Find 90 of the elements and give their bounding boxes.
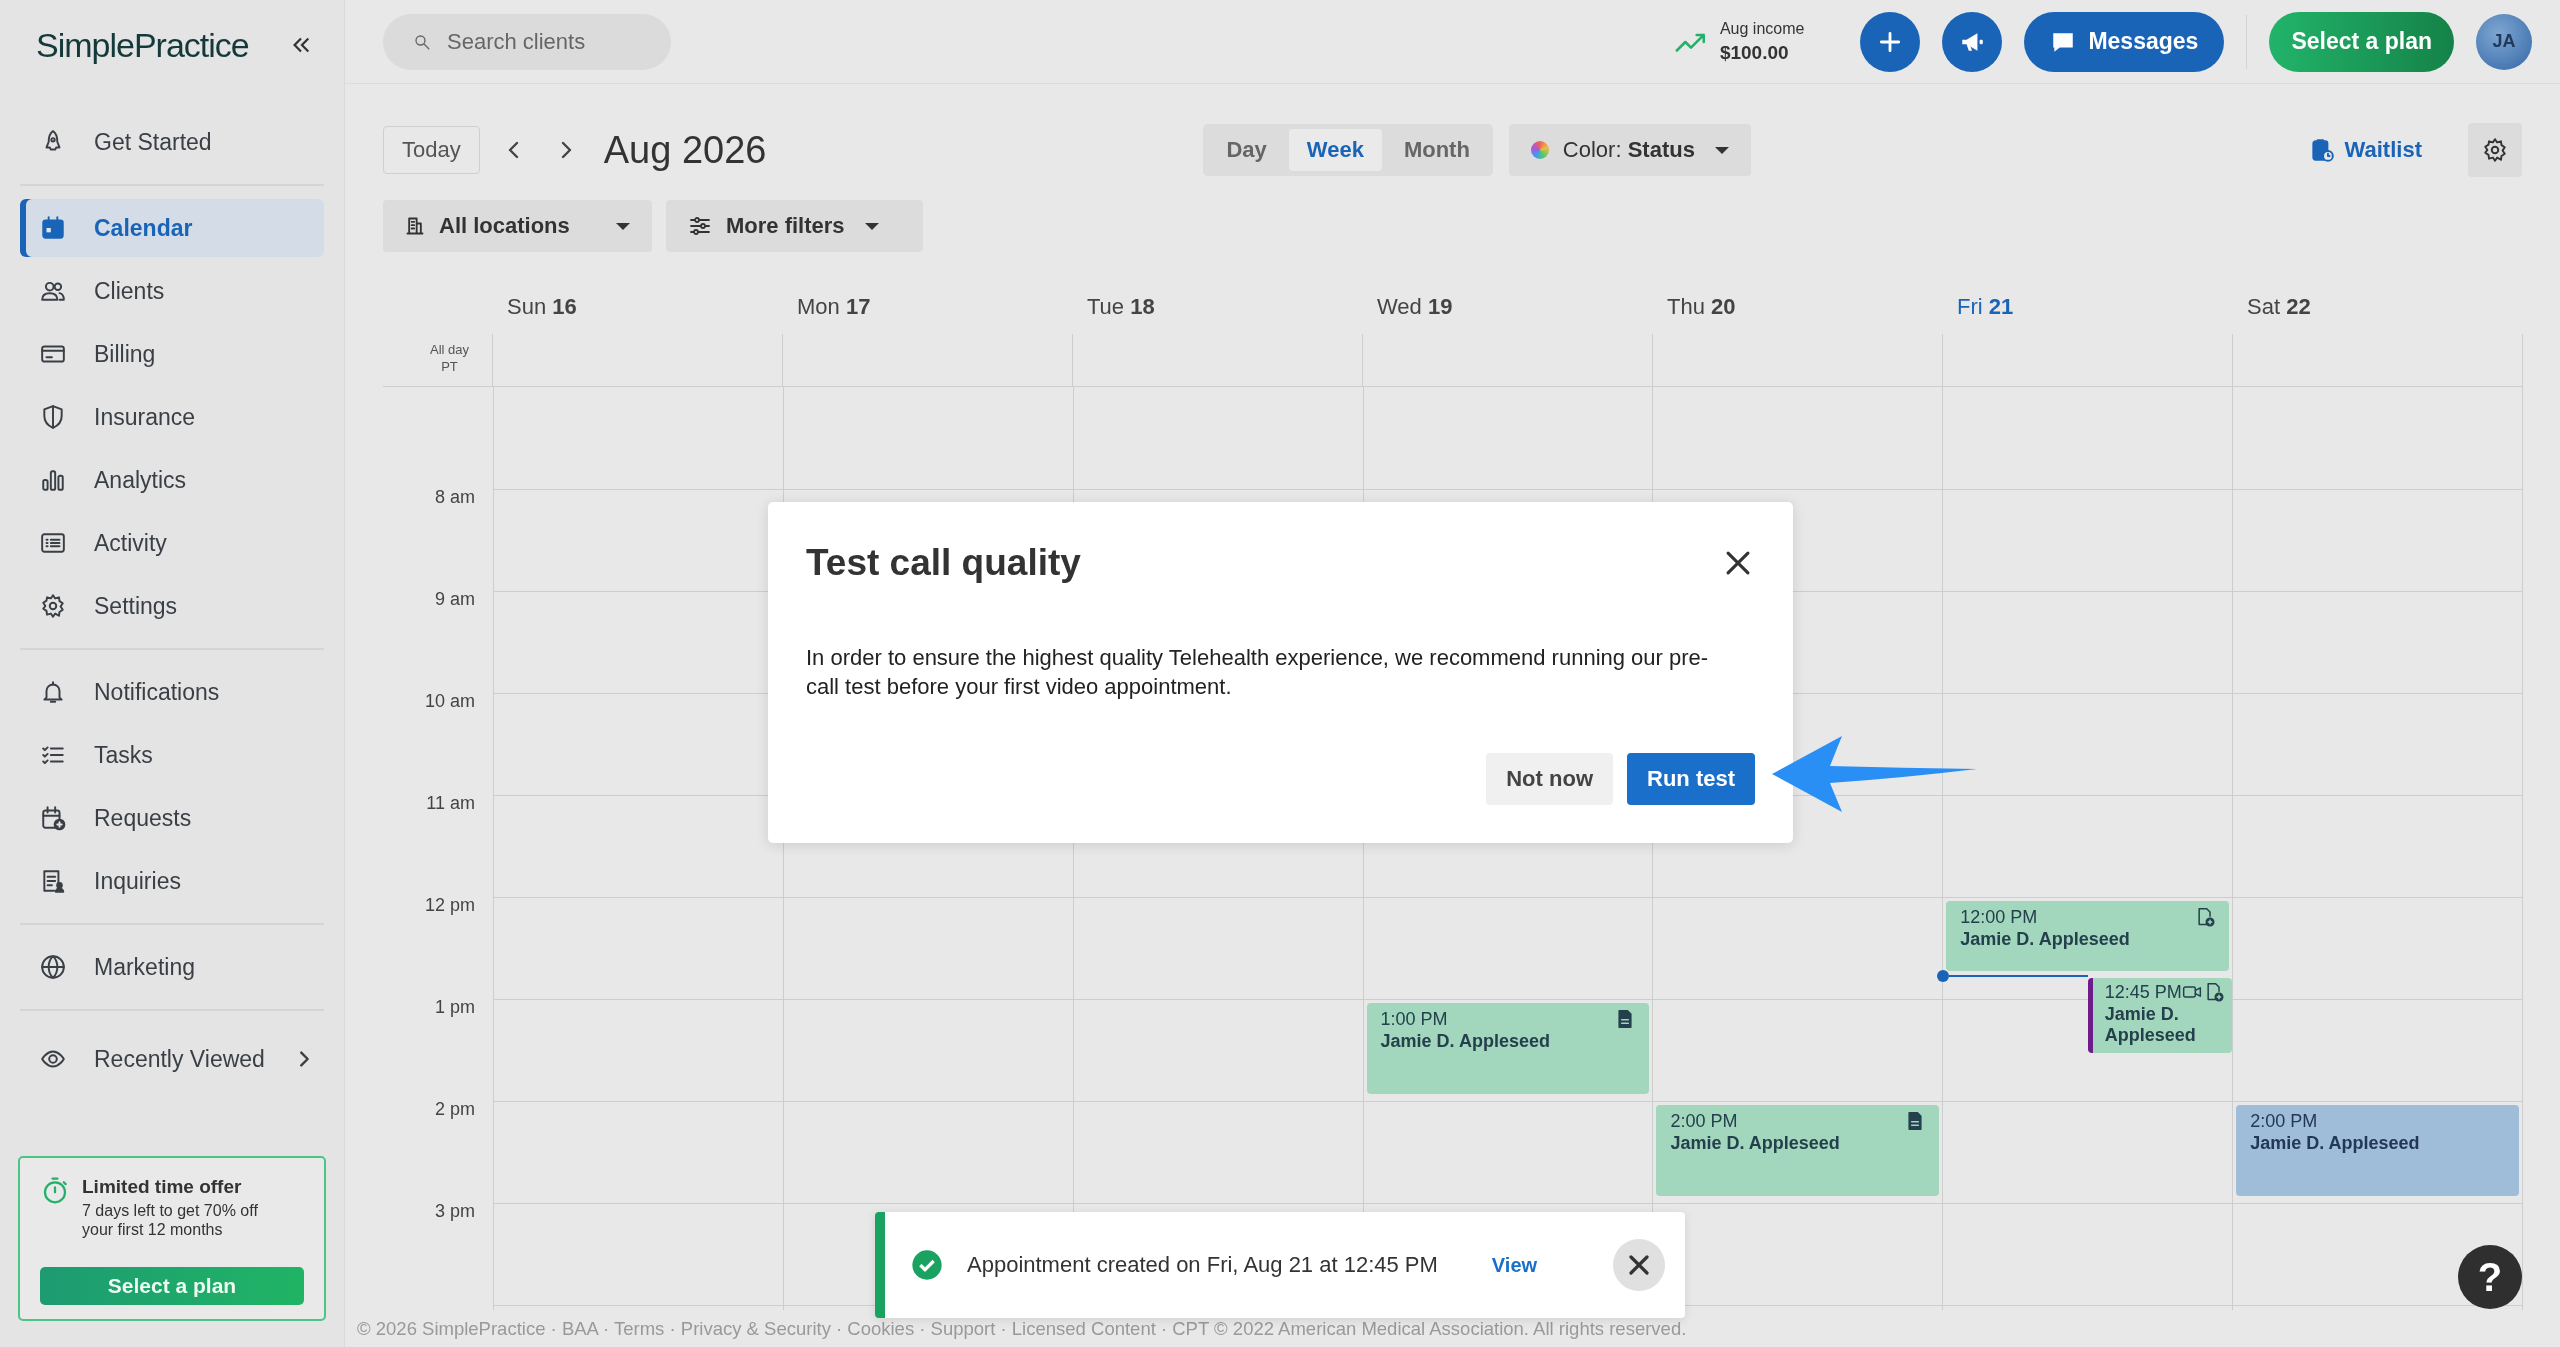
sidebar-item[interactable]: Clients	[20, 262, 324, 320]
list-icon	[40, 530, 66, 556]
toast-message: Appointment created on Fri, Aug 21 at 12:45 PM	[967, 1252, 1438, 1278]
sidebar-item[interactable]: Tasks	[20, 726, 324, 784]
appointment-card[interactable]: 12:00 PM Jamie D. Appleseed	[1946, 901, 2230, 971]
sidebar-item[interactable]: Activity	[20, 514, 324, 572]
hour-label: 2 pm	[434, 1099, 475, 1120]
sidebar-item[interactable]: Recently Viewed	[20, 1030, 324, 1088]
client-name: Jamie D. Appleseed	[2250, 1133, 2421, 1154]
calendar-icon	[40, 215, 66, 241]
client-name: Jamie D. Appleseed	[1670, 1133, 1841, 1154]
check-circle-icon	[911, 1249, 943, 1281]
appointment-time: 2:00 PM	[1670, 1111, 1738, 1132]
client-name: Jamie D. Appleseed	[2104, 1003, 2197, 1046]
bell-icon	[40, 679, 66, 705]
building-icon	[405, 216, 425, 236]
day-header[interactable]: Thu 20	[1653, 294, 1943, 320]
appointment-card[interactable]: 2:00 PM Jamie D. Appleseed	[2236, 1105, 2519, 1196]
day-header[interactable]: Fri 21	[1943, 294, 2233, 320]
all-day-label: All day	[429, 342, 470, 359]
appointment-card[interactable]: 12:45 PM Jamie D. Appleseed	[2087, 977, 2233, 1053]
run-test-button[interactable]: Run test	[1627, 753, 1755, 806]
hour-label: 3 pm	[434, 1201, 475, 1222]
today-button[interactable]: Today	[383, 126, 480, 174]
income-label: Aug income	[1719, 19, 1805, 38]
appointment-time: 12:45 PM	[2104, 981, 2182, 1003]
income-value: $100.00	[1719, 41, 1790, 64]
sidebar-item[interactable]: Marketing	[20, 938, 324, 996]
day-header[interactable]: Tue 18	[1073, 294, 1363, 320]
color-dropdown[interactable]: Color: Status	[1508, 124, 1751, 176]
not-now-button[interactable]: Not now	[1486, 753, 1613, 806]
appointment-card[interactable]: 2:00 PM Jamie D. Appleseed	[1656, 1105, 1940, 1196]
day-header[interactable]: Sat 22	[2233, 294, 2523, 320]
caret-icon	[864, 222, 879, 230]
sliders-icon	[688, 214, 712, 238]
promo-title: Limited time offer	[82, 1176, 243, 1199]
promo-text: 7 days left to get 70% off your first 12 months	[82, 1202, 259, 1239]
client-name: Jamie D. Appleseed	[1960, 929, 2131, 950]
client-name: Jamie D. Appleseed	[1380, 1031, 1551, 1052]
select-plan-button[interactable]: Select a plan	[2269, 11, 2454, 72]
day-header[interactable]: Wed 19	[1363, 294, 1653, 320]
sidebar-item[interactable]: Insurance	[20, 388, 324, 446]
settings-icon[interactable]	[2468, 123, 2522, 177]
waitlist-link[interactable]: Waitlist	[2308, 137, 2422, 163]
search-field[interactable]: Search clients	[383, 13, 671, 70]
avatar[interactable]: JA	[2476, 13, 2532, 70]
timezone-label: PT	[440, 358, 459, 376]
search-icon	[413, 32, 431, 51]
sidebar-item[interactable]: Calendar	[20, 199, 324, 257]
view-tab[interactable]: Month	[1385, 129, 1488, 171]
day-header[interactable]: Mon 17	[783, 294, 1073, 320]
current-time-dot	[1937, 970, 1950, 982]
sidebar-item[interactable]: Analytics	[20, 451, 324, 509]
view-tab[interactable]: Day	[1208, 129, 1285, 171]
day-header[interactable]: Sun 16	[493, 294, 783, 320]
hour-label: 12 pm	[424, 895, 475, 916]
globe-icon	[40, 954, 66, 980]
document-person-icon	[40, 868, 66, 894]
sidebar-item[interactable]: Notifications	[20, 663, 324, 721]
dialog-text: In order to ensure the highest quality Telehealth experience, we recommend running our pre-call test before your first video appointment.	[806, 644, 1710, 701]
help-button[interactable]: ?	[2458, 1245, 2522, 1309]
filters-dropdown[interactable]: More filters	[666, 200, 923, 252]
sidebar-item[interactable]: Billing	[20, 325, 324, 383]
shield-icon	[40, 404, 66, 430]
appointment-card[interactable]: 1:00 PM Jamie D. Appleseed	[1366, 1003, 1650, 1094]
month-title: Aug 2026	[603, 128, 767, 172]
messages-button[interactable]: Messages	[2024, 11, 2225, 72]
appointment-time: 12:00 PM	[1960, 907, 2038, 928]
sidebar-item[interactable]: Get Started	[20, 113, 324, 171]
sidebar-item[interactable]: Inquiries	[20, 852, 324, 910]
calendar-plus-icon	[40, 805, 66, 831]
logo: SimplePractice	[36, 25, 249, 65]
appointment-time: 2:00 PM	[2250, 1111, 2318, 1132]
hour-label: 1 pm	[434, 997, 475, 1018]
sidebar-item[interactable]: Requests	[20, 789, 324, 847]
view-tab[interactable]: Week	[1288, 129, 1382, 171]
settings-icon	[40, 593, 66, 619]
footer-text: © 2026 SimplePractice · BAA · Terms · Privacy & Security · Cookies · Support · Licensed Content · CPT © 2022 American Medical Association. All rights reserved.	[356, 1317, 1688, 1340]
locations-dropdown[interactable]: All locations	[383, 200, 652, 252]
close-icon[interactable]	[1613, 1239, 1665, 1291]
sidebar-item[interactable]: Settings	[20, 577, 324, 635]
bar-chart-icon	[40, 467, 66, 493]
view-link[interactable]: View	[1491, 1253, 1538, 1277]
appointment-time: 1:00 PM	[1380, 1009, 1448, 1030]
color-wheel-icon	[1530, 141, 1549, 159]
caret-icon	[1714, 146, 1729, 154]
document-plus-icon	[2204, 981, 2225, 1002]
dialog-title: Test call quality	[806, 542, 1081, 584]
document-plus-icon	[2195, 907, 2216, 927]
caret-icon	[616, 222, 630, 230]
